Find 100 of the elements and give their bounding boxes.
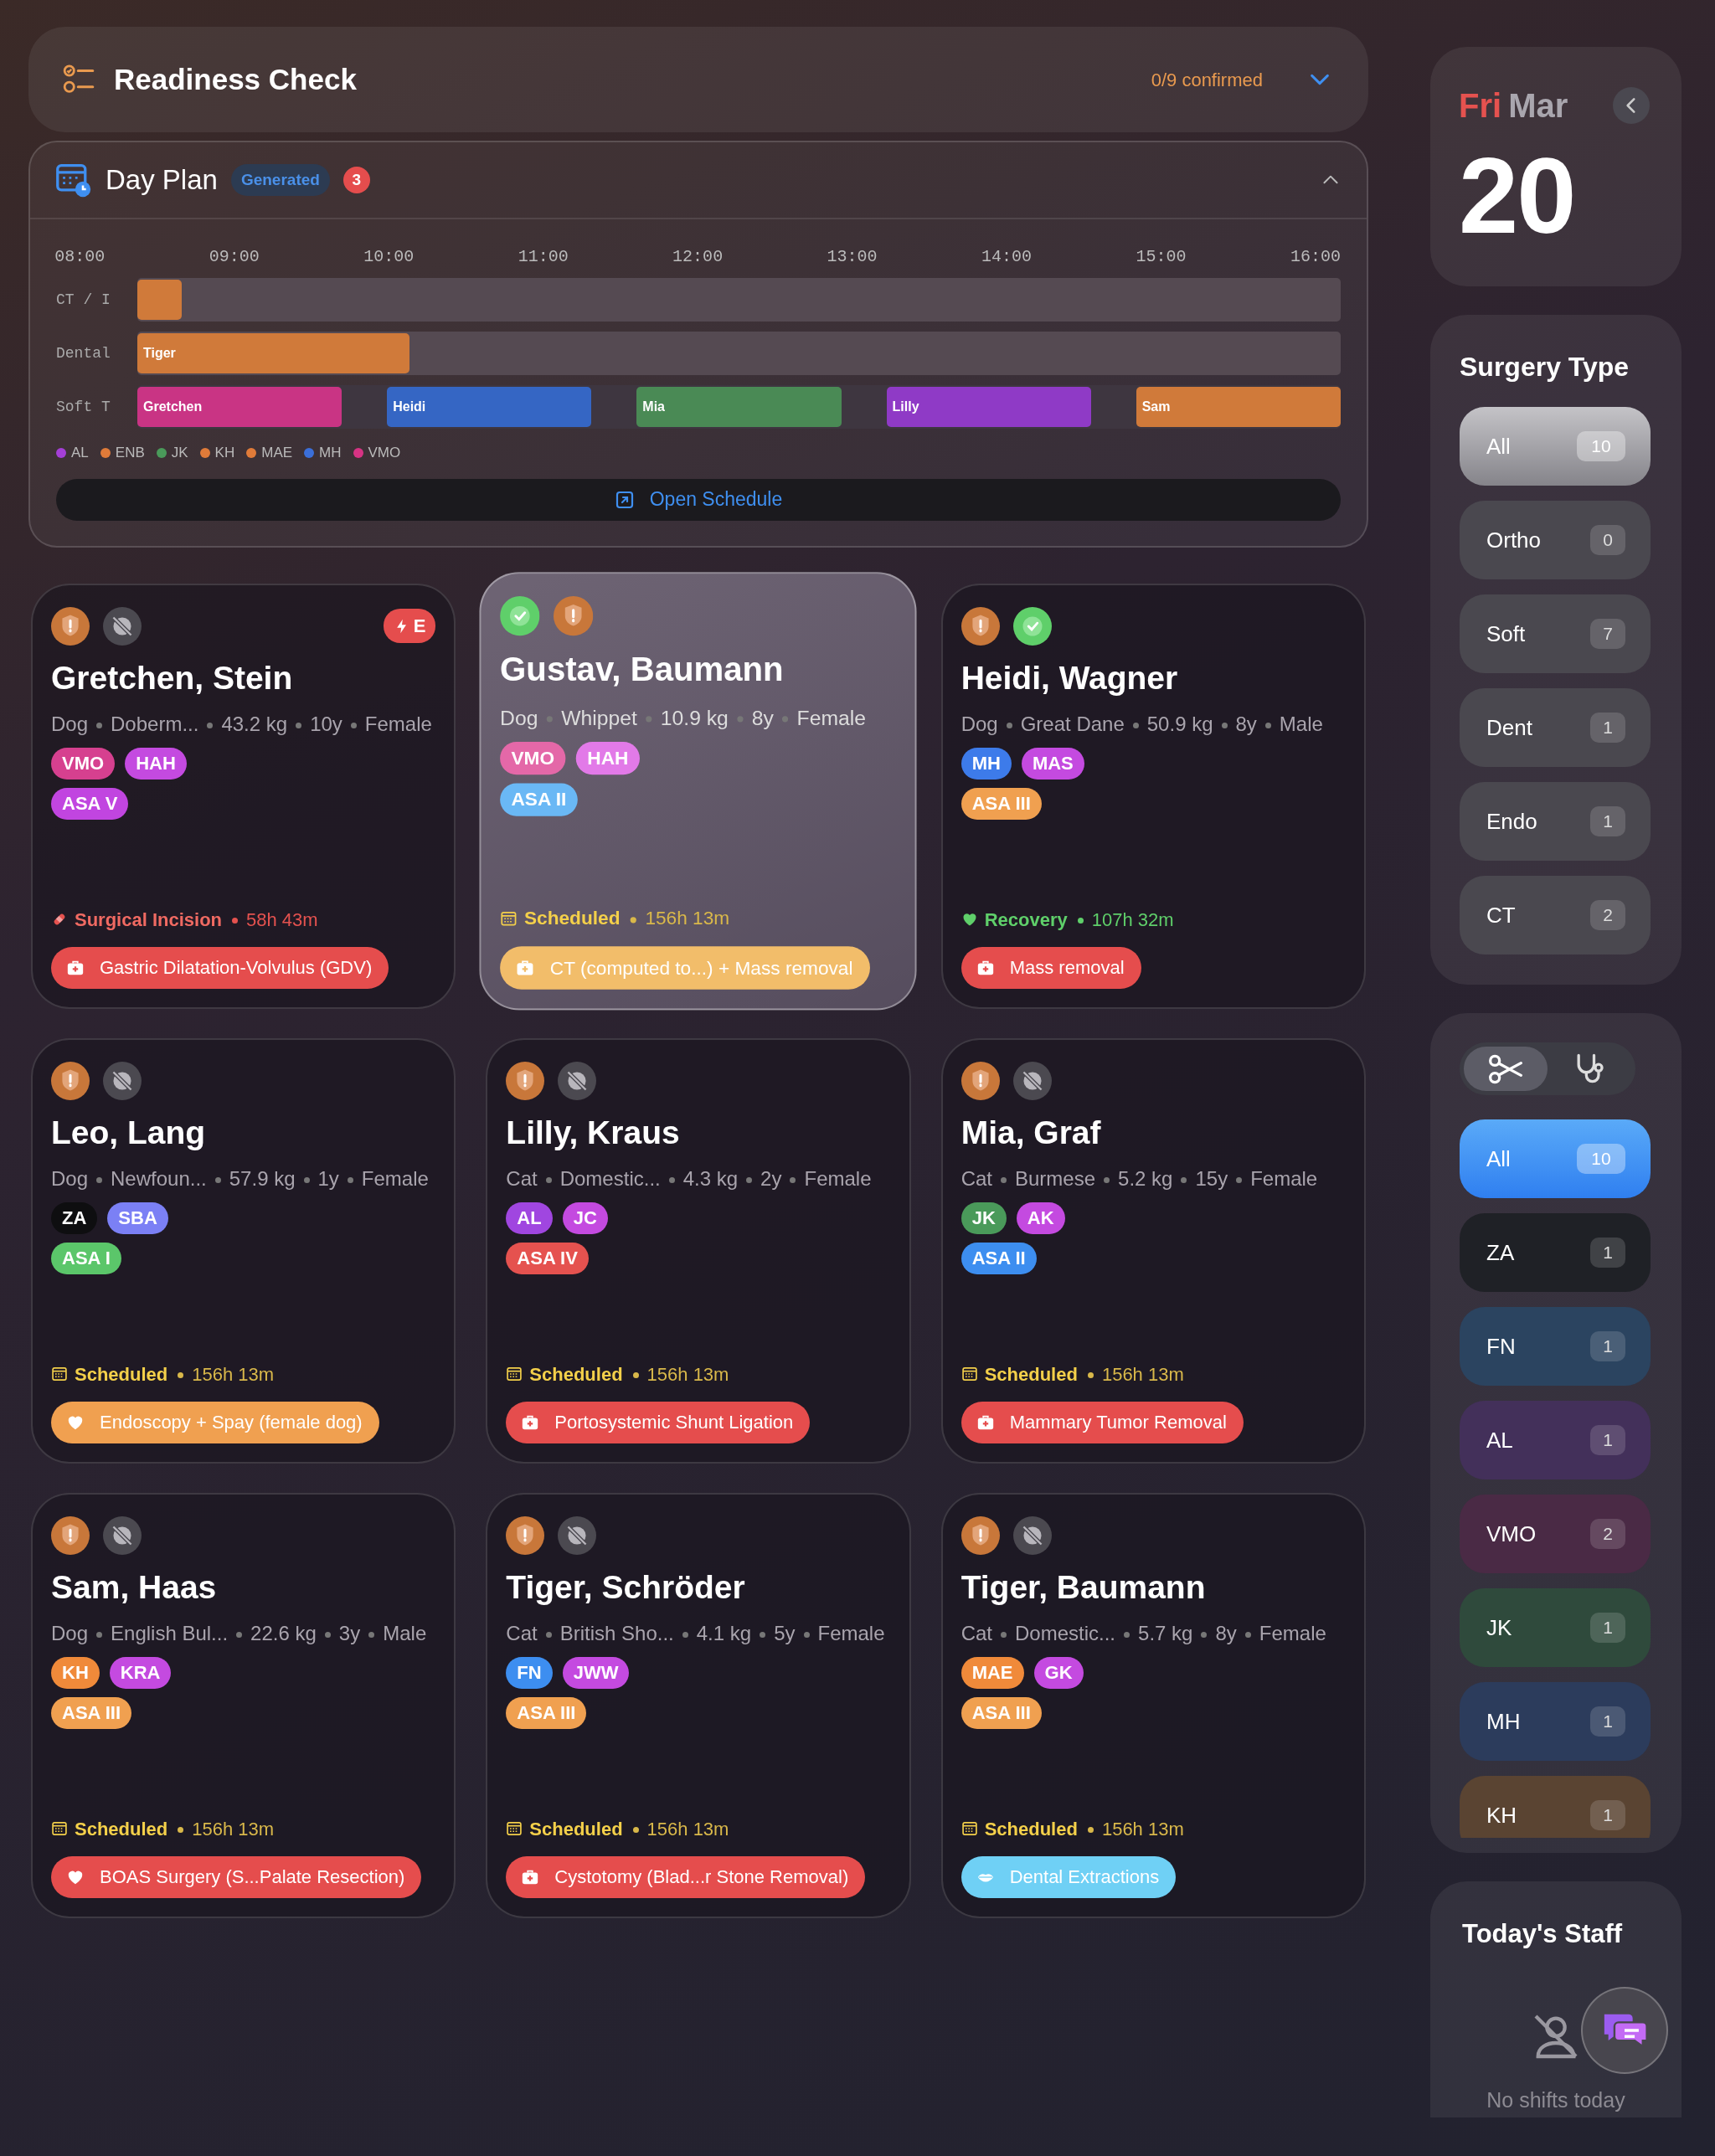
filter-label: JK — [1486, 1613, 1512, 1642]
filter-label: AL — [1486, 1426, 1513, 1454]
lane-label: Dental — [56, 343, 111, 363]
blocked-icon — [558, 1061, 597, 1100]
count-badge: 1 — [1590, 713, 1625, 743]
patient-card[interactable]: Tiger, Baumann Cat Domestic... 5.7 kg 8y Female MAE GK ASA III Scheduled 156h 13m Dental Extractions — [940, 1492, 1366, 1918]
count-badge: 1 — [1590, 1238, 1625, 1268]
shield-alert-icon — [961, 1061, 1000, 1100]
patient-details: Dog English Bul... 22.6 kg 3y Male — [51, 1621, 428, 1646]
staff-filter-item[interactable]: AL 1 — [1460, 1401, 1651, 1479]
patient-card[interactable]: Heidi, Wagner Dog Great Dane 50.9 kg 8y Male MH MAS ASA III Recovery 107h 32m Mass removal — [940, 583, 1366, 1009]
legend-label: MAE — [261, 444, 293, 462]
mode-tab[interactable] — [1464, 1047, 1548, 1091]
procedure-pill[interactable]: Mammary Tumor Removal — [961, 1401, 1244, 1443]
status-label: Scheduled — [75, 1362, 168, 1387]
schedule-bar[interactable]: Mia — [636, 387, 842, 427]
schedule-bar[interactable] — [137, 280, 183, 320]
readiness-bar[interactable]: Readiness Check 0/9 confirmed — [28, 27, 1368, 132]
status-label: Scheduled — [75, 1817, 168, 1841]
schedule-bar[interactable]: Lilly — [886, 387, 1091, 427]
open-schedule-button[interactable]: Open Schedule — [56, 478, 1341, 521]
asa-tag: ASA III — [51, 1697, 132, 1730]
patient-card[interactable]: E Gretchen, Stein Dog Doberm... 43.2 kg 10y Female VMO HAH ASA V Surgical Incision 58h 43m Gastric Dilatation-Volvulus (GDV) — [31, 583, 456, 1009]
procedure-pill[interactable]: Gastric Dilatation-Volvulus (GDV) — [51, 946, 389, 989]
patient-card[interactable]: Gustav, Baumann Dog Whippet 10.9 kg 8y Female VMO HAH ASA II Scheduled 156h 13m CT (computed to...) + Mass removal — [479, 571, 918, 1010]
day-number: 20 — [1459, 142, 1576, 250]
patient-card[interactable]: Tiger, Schröder Cat British Sho... 4.1 kg 5y Female FN JWW ASA III Scheduled 156h 13m Cystotomy (Blad...r Stone Removal) — [486, 1492, 911, 1918]
staff-filter-item[interactable]: VMO 2 — [1460, 1495, 1651, 1573]
procedure-pill[interactable]: BOAS Surgery (S...Palate Resection) — [51, 1855, 422, 1898]
count-badge: 1 — [1590, 806, 1625, 836]
staff-tag: JWW — [562, 1657, 630, 1690]
patient-name: Mia, Graf — [961, 1113, 1102, 1152]
time-tick: 10:00 — [363, 246, 415, 268]
month-label: Mar — [1508, 87, 1568, 124]
elapsed-time: 156h 13m — [1084, 1360, 1184, 1388]
filter-label: Endo — [1486, 807, 1537, 836]
blocked-icon — [103, 1515, 142, 1555]
patient-details: Dog Doberm... 43.2 kg 10y Female — [51, 712, 433, 737]
patient-details: Cat Burmese 5.2 kg 15y Female — [961, 1166, 1319, 1191]
count-badge: 1 — [1590, 1331, 1625, 1361]
time-tick: 11:00 — [518, 246, 569, 268]
elapsed-time: 156h 13m — [627, 903, 730, 933]
staff-tag: HAH — [576, 741, 641, 774]
calendar-clock-icon — [55, 162, 92, 198]
staff-tag: SBA — [107, 1202, 168, 1235]
check-icon — [500, 595, 540, 635]
time-tick: 08:00 — [54, 246, 106, 268]
back-button[interactable] — [1613, 87, 1650, 124]
weekday-label: Fri — [1459, 87, 1502, 124]
staff-tag: VMO — [500, 741, 566, 774]
filter-label: FN — [1486, 1332, 1516, 1361]
calendar-icon — [961, 1366, 978, 1382]
filter-item[interactable]: CT 2 — [1460, 876, 1651, 955]
time-tick: 09:00 — [209, 246, 260, 268]
patient-name: Leo, Lang — [51, 1113, 207, 1152]
legend-label: JK — [171, 444, 188, 462]
procedure-pill[interactable]: Mass removal — [961, 946, 1141, 989]
filter-item[interactable]: Soft 7 — [1460, 594, 1651, 673]
staff-tag: HAH — [125, 748, 187, 780]
count-badge: 1 — [1590, 1800, 1625, 1830]
schedule-bar[interactable]: Heidi — [387, 387, 592, 427]
filter-item[interactable]: Ortho 0 — [1460, 501, 1651, 579]
shield-alert-icon — [506, 1061, 545, 1100]
schedule-bar[interactable]: Gretchen — [137, 387, 342, 427]
staff-filter-item[interactable]: JK 1 — [1460, 1588, 1651, 1667]
count-badge: 2 — [1590, 900, 1625, 930]
asa-tag: ASA III — [961, 1697, 1042, 1730]
procedure-pill[interactable]: Cystotomy (Blad...r Stone Removal) — [506, 1855, 866, 1898]
count-badge: 0 — [1590, 525, 1625, 555]
staff-filter-item[interactable]: KH 1 — [1460, 1776, 1651, 1838]
staff-filter-item[interactable]: MH 1 — [1460, 1682, 1651, 1761]
staff-filter-item[interactable]: FN 1 — [1460, 1307, 1651, 1386]
shield-alert-icon — [51, 606, 90, 646]
procedure-pill[interactable]: Portosystemic Shunt Ligation — [506, 1401, 811, 1443]
patient-name: Tiger, Schröder — [506, 1567, 746, 1607]
filter-label: Soft — [1486, 620, 1526, 648]
status-label: Scheduled — [984, 1817, 1078, 1841]
staff-tag: MAS — [1021, 748, 1084, 780]
filter-label: All — [1486, 432, 1511, 461]
patient-card[interactable]: Mia, Graf Cat Burmese 5.2 kg 15y Female JK AK ASA II Scheduled 156h 13m Mammary Tumor Removal — [940, 1037, 1366, 1464]
staff-tag: GK — [1033, 1657, 1084, 1690]
patient-card[interactable]: Leo, Lang Dog Newfoun... 57.9 kg 1y Female ZA SBA ASA I Scheduled 156h 13m Endoscopy + Spay (female dog) — [31, 1037, 456, 1464]
blocked-icon — [103, 606, 142, 646]
patient-card[interactable]: Sam, Haas Dog English Bul... 22.6 kg 3y Male KH KRA ASA III Scheduled 156h 13m BOAS Surgery (S...Palate Resection) — [31, 1492, 456, 1918]
patient-details: Cat Domestic... 5.7 kg 8y Female — [961, 1621, 1327, 1646]
external-link-icon — [614, 489, 635, 510]
filter-item[interactable]: Endo 1 — [1460, 782, 1651, 861]
patient-name: Sam, Haas — [51, 1567, 218, 1607]
calendar-icon — [506, 1366, 523, 1382]
asa-tag: ASA I — [51, 1243, 121, 1275]
staff-filter-item[interactable]: ZA 1 — [1460, 1213, 1651, 1292]
staff-tag: AK — [1016, 1202, 1065, 1235]
filter-item[interactable]: Dent 1 — [1460, 688, 1651, 767]
calendar-icon — [51, 1366, 68, 1382]
status-label: Surgical Incision — [75, 908, 223, 932]
asa-tag: ASA III — [961, 788, 1042, 821]
patient-card[interactable]: Lilly, Kraus Cat Domestic... 4.3 kg 2y Female AL JC ASA IV Scheduled 156h 13m Portosystemic Shunt Ligation — [486, 1037, 911, 1464]
shield-alert-icon — [961, 1515, 1000, 1555]
staff-tag: MH — [961, 748, 1012, 780]
patient-name: Gustav, Baumann — [500, 649, 785, 689]
